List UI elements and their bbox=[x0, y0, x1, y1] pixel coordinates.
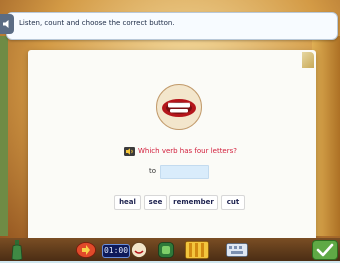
keyboard-icon[interactable] bbox=[226, 243, 248, 257]
mouth-picture bbox=[156, 84, 202, 130]
question-card bbox=[28, 50, 316, 242]
check-answer-button[interactable] bbox=[312, 240, 338, 260]
answer-field[interactable] bbox=[160, 165, 209, 179]
speaker-icon bbox=[3, 20, 9, 28]
answer-prefix: to bbox=[149, 167, 157, 175]
face-icon[interactable] bbox=[131, 242, 147, 258]
instruction-text: Listen, count and choose the correct but… bbox=[19, 19, 175, 27]
bottle-icon[interactable] bbox=[10, 240, 24, 260]
instruction-audio-button[interactable] bbox=[0, 14, 14, 34]
question-audio-icon[interactable] bbox=[124, 147, 135, 156]
option-button-see[interactable]: see bbox=[144, 195, 167, 210]
green-tile-icon[interactable] bbox=[158, 242, 174, 258]
check-icon bbox=[316, 243, 334, 257]
timer-display: 01:00 bbox=[102, 244, 130, 258]
paper-corner bbox=[302, 52, 314, 68]
mouth-icon bbox=[162, 99, 196, 117]
right-wall-decoration bbox=[312, 36, 340, 236]
left-edge-strip bbox=[0, 36, 8, 236]
dictionary-icon[interactable] bbox=[185, 241, 209, 259]
option-button-cut[interactable]: cut bbox=[221, 195, 245, 210]
option-button-remember[interactable]: remember bbox=[169, 195, 218, 210]
question-text: Which verb has four letters? bbox=[138, 147, 237, 155]
red-arrow-icon[interactable] bbox=[76, 242, 96, 258]
option-button-heal[interactable]: heal bbox=[114, 195, 141, 210]
